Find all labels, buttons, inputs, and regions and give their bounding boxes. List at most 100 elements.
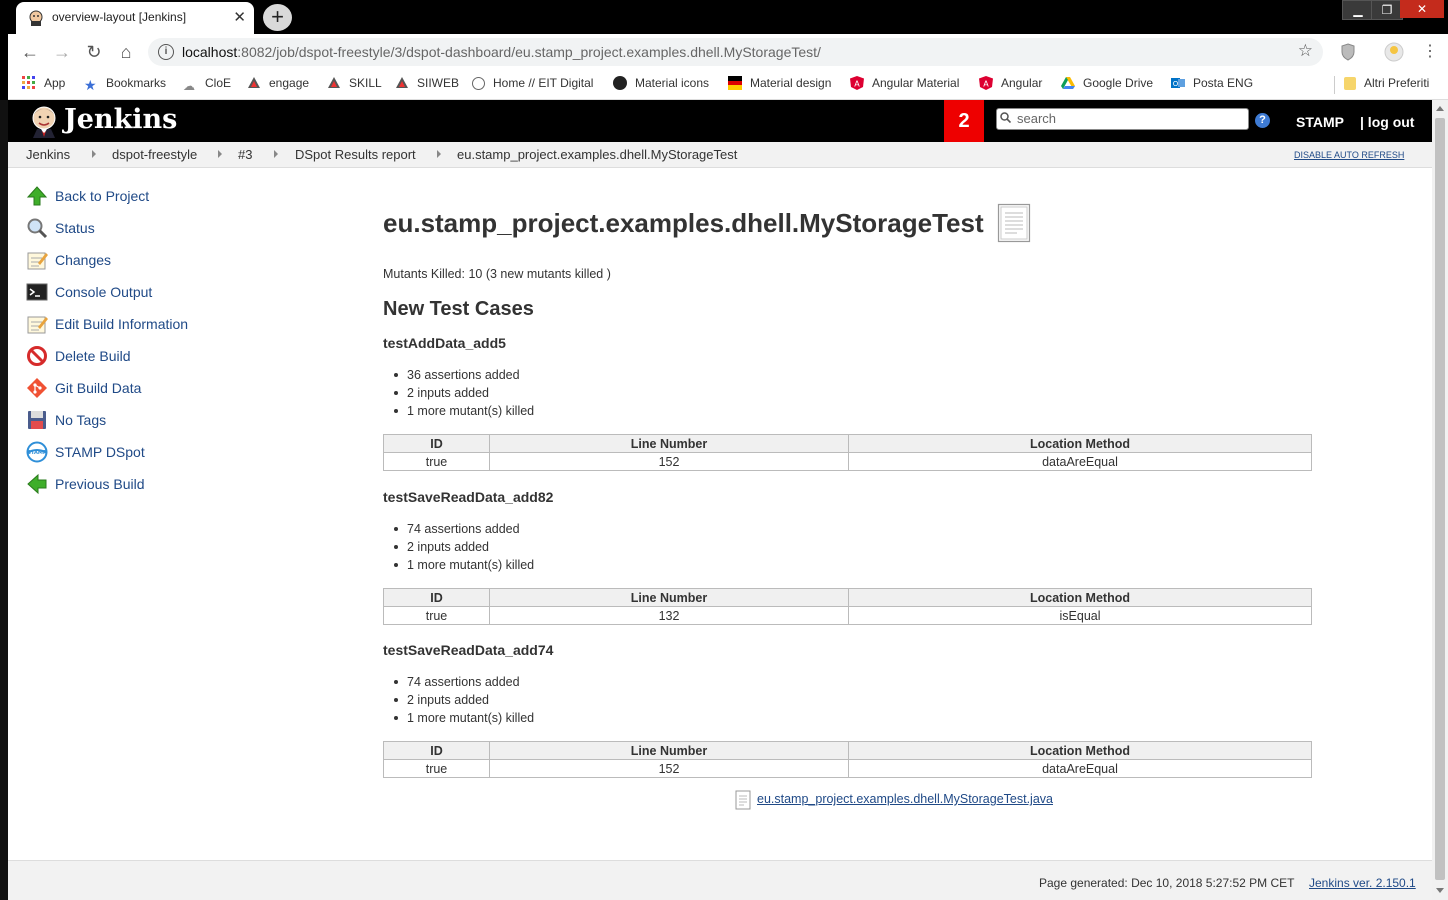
page-generated-text: Page generated: Dec 10, 2018 5:27:52 PM … [1039,876,1295,890]
column-header-line-number: Line Number [489,588,849,607]
breadcrumb-dspot-report[interactable]: DSpot Results report [295,147,416,162]
notepad-icon [27,252,48,270]
page-scrollbar[interactable] [1432,100,1448,900]
cell-location-method: dataAreEqual [848,452,1312,471]
table-row: true 152 dataAreEqual [383,759,1312,778]
address-bar[interactable]: i localhost:8082/job/dspot-freestyle/3/d… [148,38,1323,66]
browser-tab-bar: overview-layout [Jenkins] ✕ + ▁ ❐ ✕ [0,0,1448,34]
bookmark-cloe[interactable]: ☁ CloE [183,76,231,94]
terminal-icon [26,283,48,301]
breadcrumb: Jenkins dspot-freestyle #3 DSpot Results… [8,142,1432,168]
cell-line-number: 132 [489,606,849,625]
svg-text:A: A [983,80,989,89]
bookmark-skill[interactable]: SKILL [327,76,382,94]
bookmark-material-icons[interactable]: Material icons [613,76,709,94]
section-title: New Test Cases [383,298,534,320]
bookmark-angular[interactable]: A Angular [979,76,1042,94]
angular-icon: A [979,76,993,90]
shield-extension-icon[interactable] [1338,42,1358,62]
profile-avatar-icon[interactable] [1384,42,1404,62]
jenkins-version-link[interactable]: Jenkins ver. 2.150.1 [1309,876,1416,890]
eng-logo-icon [328,77,340,88]
breadcrumb-job[interactable]: dspot-freestyle [112,147,197,162]
table-header-row: ID Line Number Location Method [383,434,1312,453]
breadcrumb-separator [274,150,278,158]
cell-id: true [383,606,490,625]
bookmark-other-folder[interactable]: Altri Preferiti [1344,76,1429,94]
breadcrumb-jenkins[interactable]: Jenkins [26,147,70,162]
notification-badge[interactable]: 2 [944,100,984,142]
column-header-id: ID [383,434,490,453]
bookmark-posta-eng[interactable]: O Posta ENG [1171,76,1253,94]
home-icon[interactable]: ⌂ [114,40,138,64]
scroll-down-arrow-icon[interactable] [1436,888,1444,893]
desktop-background [0,100,8,900]
bookmark-eit-digital[interactable]: Home // EIT Digital [472,76,593,94]
logout-link[interactable]: | log out [1360,114,1414,130]
search-icon [1000,112,1011,123]
test-case-summary-list: 74 assertions added 2 inputs added 1 mor… [393,520,535,574]
material-icons-icon [613,76,627,90]
bookmark-google-drive[interactable]: Google Drive [1061,76,1153,94]
source-file-link[interactable]: eu.stamp_project.examples.dhell.MyStorag… [757,792,1053,806]
list-item: 74 assertions added [393,673,534,691]
list-item: 36 assertions added [393,366,534,384]
window-minimize-button[interactable]: ▁ [1342,0,1374,20]
tab-close-icon[interactable]: ✕ [233,8,246,26]
column-header-location-method: Location Method [848,588,1312,607]
list-item: 1 more mutant(s) killed [393,558,535,572]
search-input[interactable]: search [996,108,1249,130]
column-header-id: ID [383,588,490,607]
bookmark-app[interactable]: App [22,76,65,94]
window-close-button[interactable]: ✕ [1400,0,1444,18]
results-table: ID Line Number Location Method true 132 … [383,588,1312,625]
jenkins-page-body: Back to Project Status Changes Console O… [8,168,1432,860]
bookmark-engage[interactable]: engage [247,76,309,94]
forward-arrow-icon[interactable]: → [50,40,74,64]
browser-menu-icon[interactable]: ⋮ [1418,40,1442,64]
bookmark-bookmarks[interactable]: ★ Bookmarks [84,76,166,94]
list-item: 1 more mutant(s) killed [393,404,535,418]
tab-title: overview-layout [Jenkins] [52,10,187,24]
breadcrumb-build[interactable]: #3 [238,147,252,162]
browser-tab[interactable]: overview-layout [Jenkins] ✕ [16,2,254,34]
folder-icon [1344,77,1356,90]
site-info-icon[interactable]: i [158,44,174,60]
bookmark-siiweb[interactable]: SIIWEB [395,76,459,94]
disable-auto-refresh-link[interactable]: DISABLE AUTO REFRESH [1294,150,1404,160]
column-header-location-method: Location Method [848,434,1312,453]
new-tab-button[interactable]: + [263,4,292,31]
reload-icon[interactable]: ↻ [82,40,106,64]
window-maximize-button[interactable]: ❐ [1371,0,1403,20]
scroll-up-arrow-icon[interactable] [1436,106,1444,111]
list-item: 2 inputs added [393,538,534,556]
bookmark-star-icon[interactable]: ☆ [1298,41,1313,61]
up-arrow-icon [26,186,48,206]
bookmarks-bar: App ★ Bookmarks ☁ CloE engage SKILL SIIWEB… [8,70,1448,100]
stamp-icon: STAMP [26,441,48,463]
cloud-icon: ☁ [183,79,195,93]
circle-icon [472,77,485,90]
search-help-icon[interactable]: ? [1255,113,1270,128]
jenkins-butler-icon[interactable] [28,104,60,138]
table-row: true 152 dataAreEqual [383,452,1312,471]
address-url[interactable]: localhost:8082/job/dspot-freestyle/3/dsp… [182,44,821,60]
jenkins-footer: Page generated: Dec 10, 2018 5:27:52 PM … [8,860,1432,900]
scrollbar-thumb[interactable] [1435,118,1445,880]
breadcrumb-separator [218,150,222,158]
test-case-title: testSaveReadData_add74 [383,642,554,658]
cell-line-number: 152 [489,452,849,471]
jenkins-header: Jenkins 2 search ? STAMP | log out [8,100,1432,142]
user-link[interactable]: STAMP [1296,114,1344,130]
cell-id: true [383,452,490,471]
jenkins-logo-text[interactable]: Jenkins [64,104,177,135]
browser-toolbar: ← → ↻ ⌂ i localhost:8082/job/dspot-frees… [8,34,1448,70]
back-arrow-icon[interactable]: ← [18,40,42,64]
bookmark-material-design[interactable]: Material design [728,76,831,94]
jenkins-favicon-icon [29,10,43,26]
table-header-row: ID Line Number Location Method [383,588,1312,607]
bookmark-angular-material[interactable]: A Angular Material [850,76,959,94]
no-entry-icon [27,346,47,366]
breadcrumb-test-class[interactable]: eu.stamp_project.examples.dhell.MyStorag… [457,147,737,162]
eng-logo-icon [396,77,408,88]
